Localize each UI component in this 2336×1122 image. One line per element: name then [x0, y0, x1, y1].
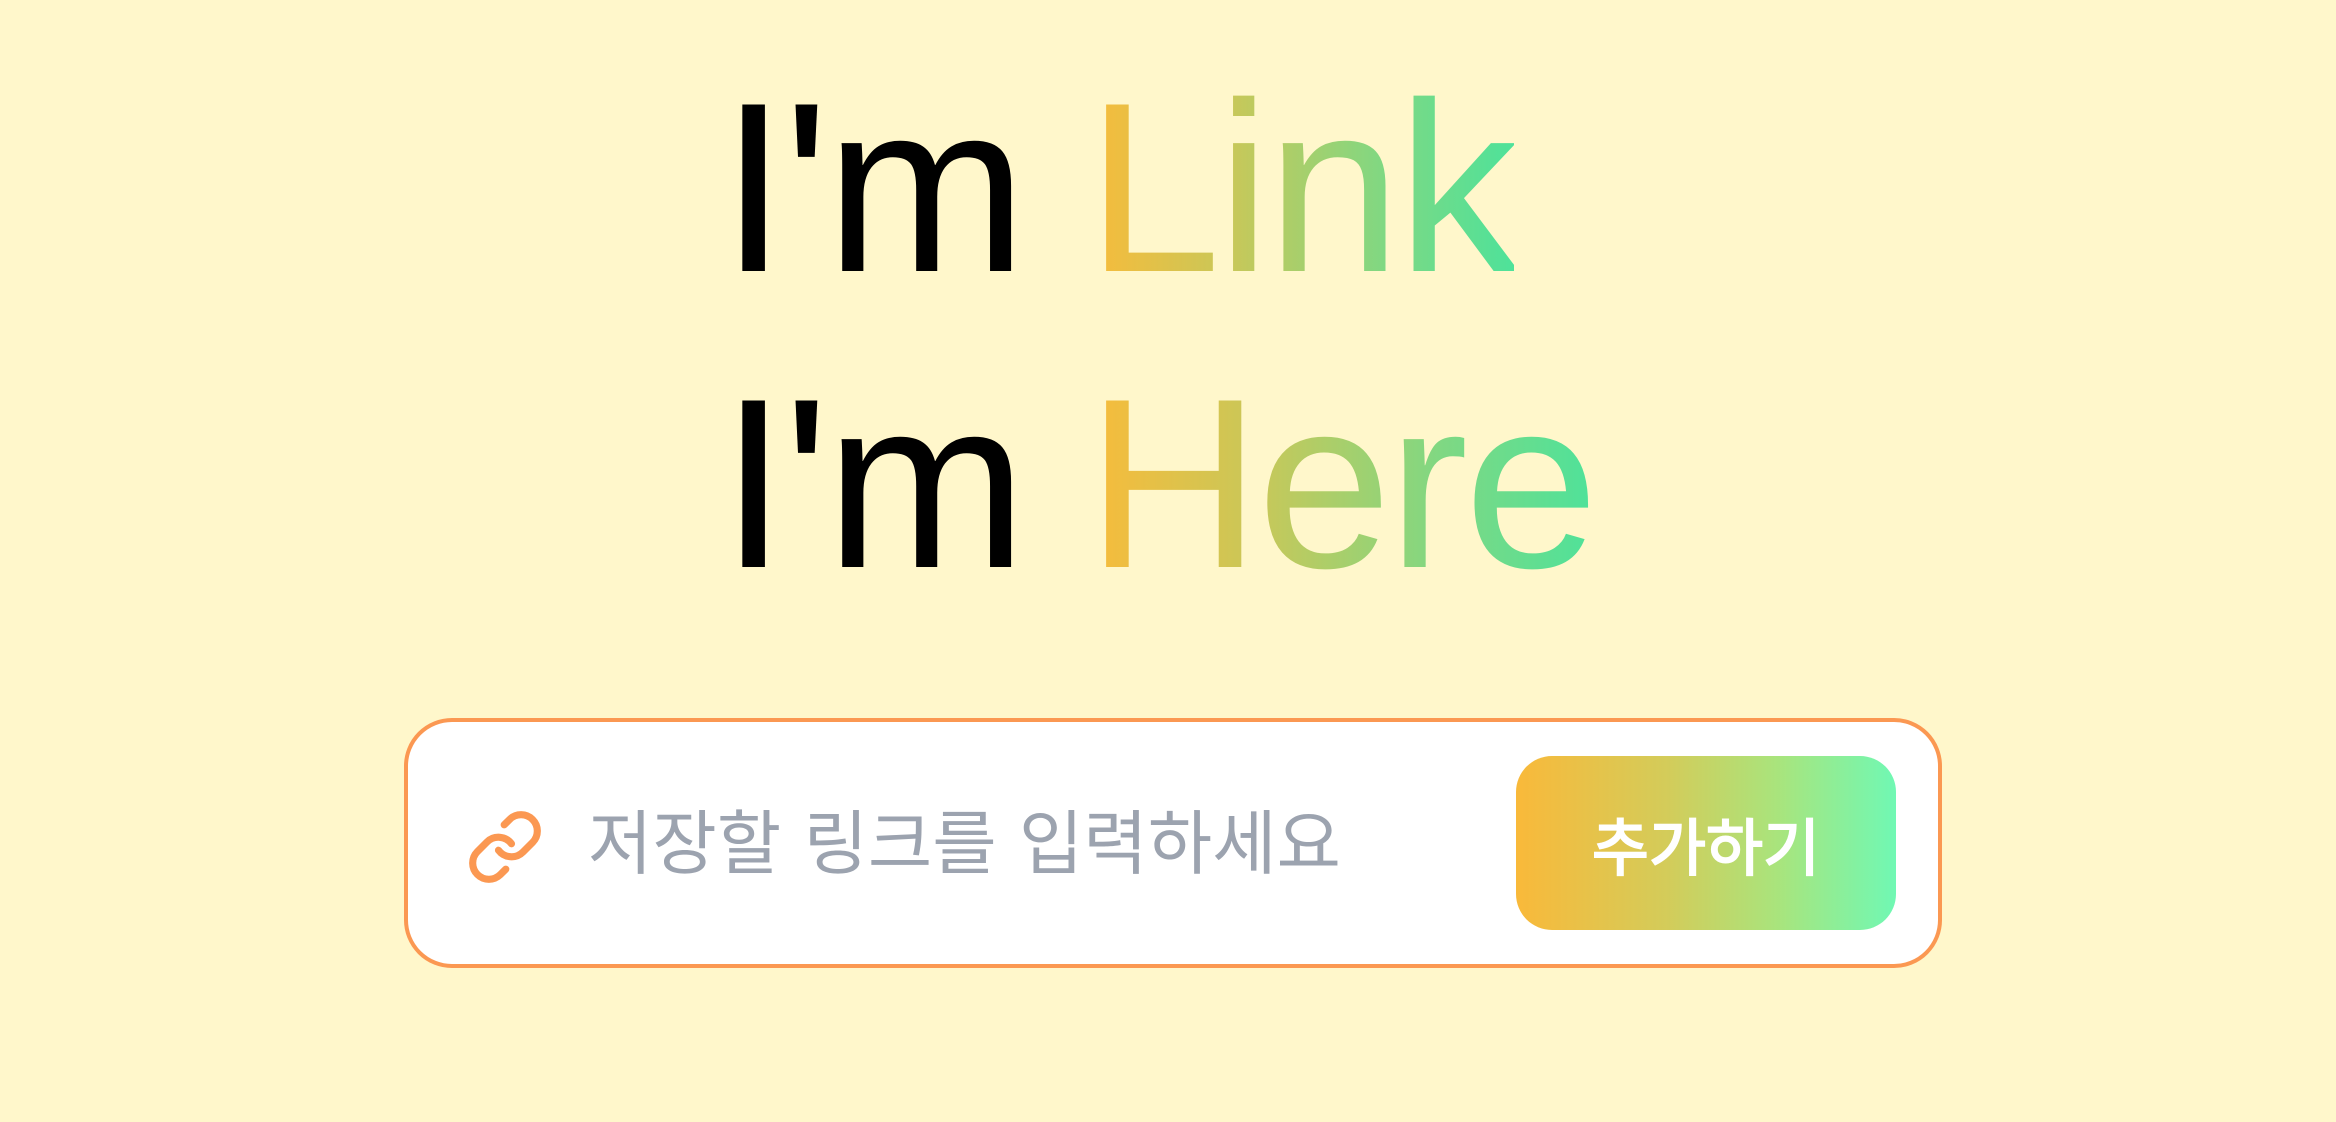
- add-link-button[interactable]: 추가하기: [1516, 756, 1896, 930]
- hero-line-link: I'm Link: [720, 40, 1720, 336]
- hero-line-here: I'm Here: [720, 336, 1720, 632]
- hero-line-here-highlight: Here: [1086, 349, 1599, 619]
- hero-line-here-prefix: I'm: [720, 349, 1087, 619]
- link-chain-icon: [466, 808, 544, 886]
- hero-title: I'm Link I'm Here: [720, 40, 1720, 632]
- link-input-form: 추가하기: [404, 718, 1942, 968]
- hero-line-link-prefix: I'm: [720, 53, 1087, 323]
- link-url-input[interactable]: [588, 782, 1388, 906]
- hero-line-link-highlight: Link: [1086, 53, 1518, 323]
